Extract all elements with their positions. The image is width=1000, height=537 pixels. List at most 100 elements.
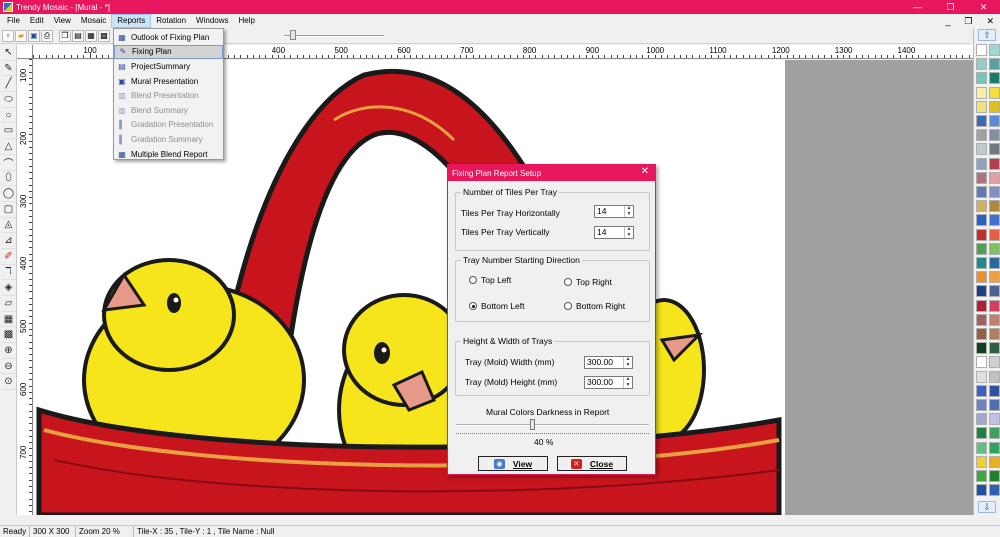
color-swatch[interactable] xyxy=(989,342,1000,355)
menu-file[interactable]: File xyxy=(2,14,25,28)
color-swatch[interactable] xyxy=(976,72,987,85)
color-swatch[interactable] xyxy=(976,271,987,284)
tile-icon[interactable]: ▦ xyxy=(85,29,97,42)
brush-tool-icon[interactable]: ✐ xyxy=(1,249,16,265)
color-swatch[interactable] xyxy=(989,370,1000,383)
color-swatch[interactable] xyxy=(976,328,987,340)
reports-menu-item-outlook-of-fixing-plan[interactable]: ▦ Outlook of Fixing Plan xyxy=(114,30,223,45)
darkness-slider-thumb[interactable] xyxy=(530,419,536,430)
close-window-button[interactable]: ✕ xyxy=(967,0,1000,14)
color-swatch[interactable] xyxy=(989,115,1000,127)
menu-windows[interactable]: Windows xyxy=(191,14,233,28)
color-swatch[interactable] xyxy=(976,370,987,383)
color-swatch[interactable] xyxy=(976,129,987,142)
minimize-button[interactable]: — xyxy=(901,0,934,14)
doc-restore-button[interactable]: ❐ xyxy=(964,16,972,27)
pointer-tool-icon[interactable]: ↖ xyxy=(1,45,16,61)
palette-scroll-up-icon[interactable]: ⇧ xyxy=(978,29,996,41)
filled-rectangle-tool-icon[interactable]: ▢ xyxy=(1,202,16,218)
view-button[interactable]: ◉ View xyxy=(478,456,548,471)
color-swatch[interactable] xyxy=(989,58,1000,71)
radio-top-right[interactable]: Top Right xyxy=(564,277,612,287)
menu-rotation[interactable]: Rotation xyxy=(151,14,191,28)
color-swatch[interactable] xyxy=(989,72,1000,85)
color-swatch[interactable] xyxy=(989,328,1000,340)
filled-ellipse-tool-icon[interactable]: ⬯ xyxy=(1,171,16,187)
color-swatch[interactable] xyxy=(976,228,987,241)
zoom-in-tool-icon[interactable]: ⊕ xyxy=(1,343,16,359)
color-swatch[interactable] xyxy=(989,129,1000,142)
color-swatch[interactable] xyxy=(989,299,1000,312)
color-swatch[interactable] xyxy=(976,242,987,255)
color-swatch[interactable] xyxy=(989,384,1000,397)
zoom-slider-thumb[interactable] xyxy=(290,30,296,40)
color-swatch[interactable] xyxy=(976,100,987,113)
color-swatch[interactable] xyxy=(976,143,987,156)
grid-tool-icon[interactable]: ▦ xyxy=(1,312,16,328)
open-folder-icon[interactable]: ▰ xyxy=(15,29,27,42)
color-swatch[interactable] xyxy=(989,200,1000,213)
color-swatch[interactable] xyxy=(976,356,987,369)
text-tool-icon[interactable]: ℸ xyxy=(1,265,16,281)
maximize-button[interactable]: ❐ xyxy=(934,0,967,14)
color-swatch[interactable] xyxy=(989,157,1000,170)
print-icon[interactable]: ⎙ xyxy=(41,29,53,42)
color-swatch[interactable] xyxy=(989,214,1000,227)
reports-menu-item-projectsummary[interactable]: ▤ ProjectSummary xyxy=(114,59,223,74)
tiles-horizontal-spinner[interactable]: 14 ▲ ▼ xyxy=(594,205,634,218)
color-swatch[interactable] xyxy=(989,171,1000,184)
color-swatch[interactable] xyxy=(976,86,987,99)
copy-icon[interactable]: ❐ xyxy=(59,29,71,42)
color-swatch[interactable] xyxy=(989,186,1000,198)
mosaic-grid-tool-icon[interactable]: ▩ xyxy=(1,327,16,344)
radio-bottom-right[interactable]: Bottom Right xyxy=(564,301,625,311)
doc-close-button[interactable]: ✕ xyxy=(986,16,994,27)
color-swatch[interactable] xyxy=(989,484,1000,497)
color-swatch[interactable] xyxy=(989,470,1000,482)
color-swatch[interactable] xyxy=(976,484,987,497)
fill-tool-icon[interactable]: ◈ xyxy=(1,280,16,296)
ellipse-tool-icon[interactable]: ⬭ xyxy=(1,92,16,108)
tiles-vertical-spinner[interactable]: 14 ▲ ▼ xyxy=(594,226,634,239)
color-swatch[interactable] xyxy=(976,157,987,170)
zoom-out-tool-icon[interactable]: ⊖ xyxy=(1,359,16,375)
color-swatch[interactable] xyxy=(989,242,1000,255)
color-swatch[interactable] xyxy=(989,143,1000,156)
spinner-arrows-icon[interactable]: ▲ ▼ xyxy=(624,205,633,217)
close-button[interactable]: ✕ Close xyxy=(557,456,627,471)
color-swatch[interactable] xyxy=(976,285,987,298)
filled-circle-tool-icon[interactable]: ◯ xyxy=(1,186,16,202)
color-swatch[interactable] xyxy=(989,44,1000,56)
save-icon[interactable]: ▣ xyxy=(28,29,40,42)
menu-mosaic[interactable]: Mosaic xyxy=(76,14,111,28)
lasso-tool-icon[interactable]: ✎ xyxy=(1,61,16,77)
darkness-slider[interactable] xyxy=(456,419,649,431)
eraser-tool-icon[interactable]: ▱ xyxy=(1,296,16,312)
zoom-slider[interactable] xyxy=(284,30,384,40)
color-swatch[interactable] xyxy=(976,299,987,312)
spinner-arrows-icon[interactable]: ▲ ▼ xyxy=(624,226,633,238)
reports-menu-item-multiple-blend-report[interactable]: ▦ Multiple Blend Report xyxy=(114,147,223,162)
doc-minimize-button[interactable]: _ xyxy=(945,16,950,26)
reports-menu-item-fixing-plan[interactable]: ✎ Fixing Plan xyxy=(114,44,223,60)
color-swatch[interactable] xyxy=(989,441,1000,454)
color-swatch[interactable] xyxy=(976,455,987,468)
color-swatch[interactable] xyxy=(989,86,1000,99)
color-swatch[interactable] xyxy=(976,214,987,227)
color-swatch[interactable] xyxy=(989,285,1000,298)
tray-height-spinner[interactable]: 300.00 ▲ ▼ xyxy=(584,376,633,389)
menu-view[interactable]: View xyxy=(49,14,76,28)
color-swatch[interactable] xyxy=(989,427,1000,440)
color-swatch[interactable] xyxy=(976,342,987,355)
tile-grid-icon[interactable]: ▩ xyxy=(98,29,110,42)
color-swatch[interactable] xyxy=(976,427,987,440)
color-swatch[interactable] xyxy=(976,58,987,71)
tray-width-spinner[interactable]: 300.00 ▲ ▼ xyxy=(584,356,633,369)
menu-edit[interactable]: Edit xyxy=(25,14,49,28)
color-swatch[interactable] xyxy=(989,399,1000,411)
color-swatch[interactable] xyxy=(989,413,1000,426)
color-swatch[interactable] xyxy=(989,271,1000,284)
color-swatch[interactable] xyxy=(989,313,1000,326)
palette-scroll-down-icon[interactable]: ⇩ xyxy=(978,501,996,513)
color-swatch[interactable] xyxy=(976,171,987,184)
